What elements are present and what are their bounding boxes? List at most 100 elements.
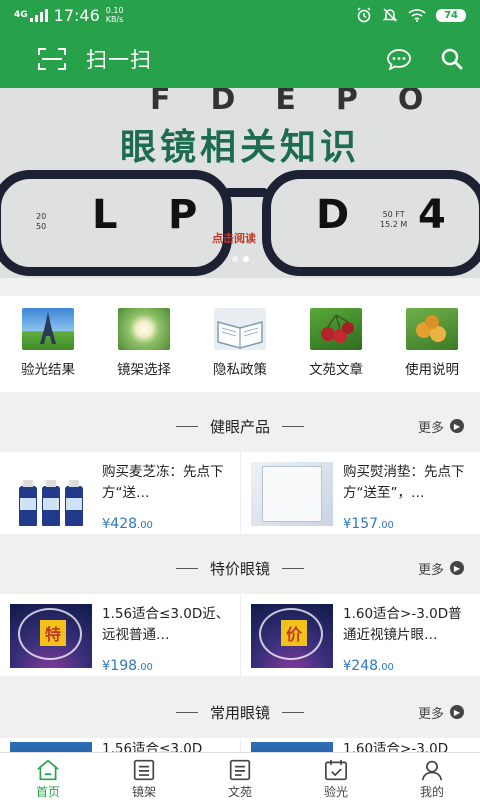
tab-home[interactable]: 首页: [0, 753, 96, 800]
more-label: 更多: [417, 562, 444, 578]
quick-item-optometry-result[interactable]: 验光结果: [0, 296, 96, 392]
lens-image: [251, 742, 333, 752]
chevron-right-icon: ▶: [450, 419, 464, 433]
acuity-left: 20 50: [36, 212, 46, 232]
carousel-dot[interactable]: [232, 256, 238, 262]
more-link[interactable]: 更多 ▶: [418, 703, 464, 722]
speed-value: 0.10: [105, 6, 124, 15]
divider: [175, 567, 198, 569]
chat-icon[interactable]: [386, 48, 412, 70]
price-integer: 198: [110, 658, 138, 674]
section-header-eye-products: 健眼产品 更多 ▶: [0, 400, 480, 452]
quick-item-privacy-policy[interactable]: 隐私政策: [192, 296, 288, 392]
acuity-right-top: 50 FT: [382, 210, 405, 219]
glasses-right-lens: [262, 170, 480, 276]
price-decimal: .00: [378, 520, 394, 531]
bottles-image: [10, 462, 92, 526]
more-link[interactable]: 更多 ▶: [418, 417, 464, 436]
product-name: 1.56适合≤3.0D: [102, 742, 203, 752]
product-name: 1.56适合≤3.0D近、远视普通…: [102, 606, 230, 643]
price-integer: 157: [351, 516, 379, 532]
carousel-dot-active[interactable]: [243, 256, 249, 262]
product-name: 1.60适合>-3.0D: [343, 742, 449, 752]
user-icon: [421, 760, 443, 781]
product-price: ¥198.00: [102, 658, 230, 674]
product-card[interactable]: 购买熨消垫：先点下方“送至”，… ¥157.00: [240, 452, 480, 534]
wifi-icon: [408, 9, 426, 22]
quick-item-articles[interactable]: 文苑文章: [288, 296, 384, 392]
chart-letter-l: L: [92, 192, 118, 238]
package-image: [251, 462, 333, 526]
calendar-icon: [325, 759, 347, 781]
quick-item-frame-select[interactable]: 镜架选择: [96, 296, 192, 392]
price-decimal: .00: [137, 520, 153, 531]
read-more-link[interactable]: 点击阅读: [212, 230, 256, 246]
tab-frames[interactable]: 镜架: [96, 753, 192, 800]
product-price: ¥248.00: [343, 658, 471, 674]
signal-icon: [29, 8, 48, 22]
quick-item-label: 镜架选择: [117, 362, 171, 378]
scan-icon[interactable]: [38, 48, 66, 70]
tab-label: 文苑: [227, 785, 252, 799]
chart-letter-4: 4: [418, 192, 446, 238]
divider: [175, 425, 198, 427]
section-title: 特价眼镜: [209, 559, 270, 578]
tab-optometry[interactable]: 验光: [288, 753, 384, 800]
tab-articles[interactable]: 文苑: [192, 753, 288, 800]
status-bar: 4G 17:46 0.10 KB/s 74: [0, 0, 480, 30]
product-name: 购买熨消垫：先点下方“送至”，…: [343, 464, 465, 501]
product-price: ¥428.00: [102, 516, 230, 532]
acuity-left-bottom: 50: [36, 222, 47, 231]
price-decimal: .00: [137, 662, 153, 673]
lens-badge: 价: [281, 620, 307, 646]
more-link[interactable]: 更多 ▶: [418, 559, 464, 578]
section-header-sale-glasses: 特价眼镜 更多 ▶: [0, 542, 480, 594]
product-card[interactable]: 特 1.56适合≤3.0D近、远视普通… ¥198.00: [0, 594, 240, 676]
more-label: 更多: [417, 420, 444, 436]
product-card[interactable]: 价 1.60适合>-3.0D普通近视镜片眼… ¥248.00: [240, 594, 480, 676]
mute-bell-icon: [382, 8, 398, 22]
eiffel-tower-image: [22, 308, 74, 350]
speed-unit: KB/s: [105, 15, 124, 24]
acuity-right: 50 FT 15.2 M: [380, 210, 407, 230]
quick-item-label: 使用说明: [405, 362, 459, 378]
tab-label: 我的: [419, 785, 444, 799]
banner-headline: 眼镜相关知识: [119, 126, 360, 168]
header-nav: 扫一扫: [0, 30, 480, 88]
search-icon[interactable]: [440, 47, 464, 71]
lotus-image: [118, 308, 170, 350]
product-row-common-glasses: 1.56适合≤3.0D 1.60适合>-3.0D: [0, 738, 480, 752]
tab-profile[interactable]: 我的: [384, 753, 480, 800]
chart-letter-p: P: [168, 192, 198, 238]
product-card[interactable]: 1.60适合>-3.0D: [240, 738, 480, 752]
price-decimal: .00: [378, 662, 394, 673]
fruit-image: [406, 308, 458, 350]
product-price: ¥157.00: [343, 516, 471, 532]
banner-carousel[interactable]: FDEPO 眼镜相关知识 L P D 4 20 50 50 FT 15.2 M …: [0, 88, 480, 278]
product-row-eye-products: 购买麦芝冻：先点下方“送… ¥428.00 购买熨消垫：先点下方“送至”，… ¥…: [0, 452, 480, 534]
product-name: 购买麦芝冻：先点下方“送…: [102, 464, 224, 501]
chevron-right-icon: ▶: [450, 561, 464, 575]
quick-item-instructions[interactable]: 使用说明: [384, 296, 480, 392]
bottom-tab-bar: 首页 镜架 文苑 验光 我的: [0, 752, 480, 800]
acuity-right-bottom: 15.2 M: [380, 220, 408, 229]
top-bar: 4G 17:46 0.10 KB/s 74 扫一扫: [0, 0, 480, 88]
product-card[interactable]: 购买麦芝冻：先点下方“送… ¥428.00: [0, 452, 240, 534]
product-card[interactable]: 1.56适合≤3.0D: [0, 738, 240, 752]
tab-label: 验光: [323, 785, 348, 799]
open-book-image: [214, 308, 266, 350]
scan-title[interactable]: 扫一扫: [86, 44, 152, 74]
lens-image: 价: [251, 604, 333, 668]
divider: [175, 711, 198, 713]
carousel-dots: [232, 256, 249, 262]
network-label: 4G: [14, 10, 28, 20]
product-row-sale-glasses: 特 1.56适合≤3.0D近、远视普通… ¥198.00 价 1.60适合>-3…: [0, 594, 480, 676]
acuity-left-top: 20: [36, 212, 47, 221]
quick-menu: 验光结果 镜架选择 隐私政策 文苑文章 使用说明: [0, 296, 480, 392]
cherries-image: [310, 308, 362, 350]
divider: [282, 711, 304, 713]
price-integer: 248: [351, 658, 379, 674]
home-icon: [37, 759, 59, 781]
alarm-icon: [357, 7, 371, 23]
network-speed: 0.10 KB/s: [106, 6, 124, 24]
